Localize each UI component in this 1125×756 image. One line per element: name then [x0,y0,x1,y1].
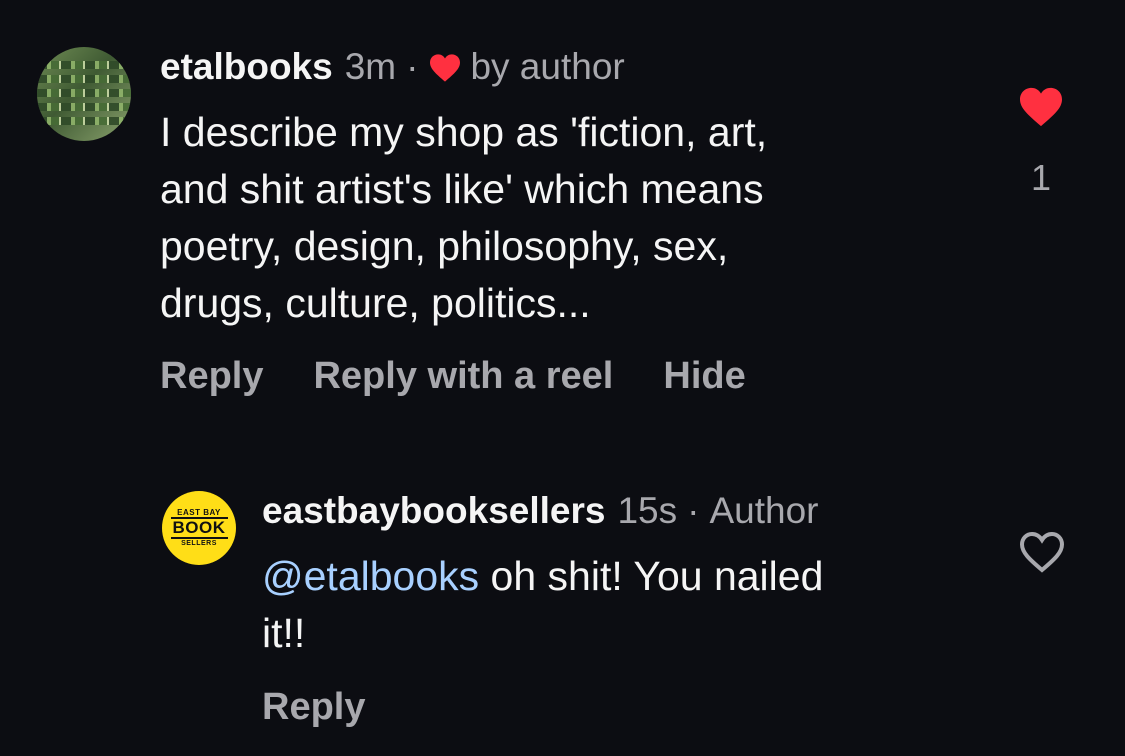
like-control [1016,530,1068,579]
comment-header: eastbaybooksellers 15s · Author [262,490,818,532]
separator: · [687,490,700,531]
avatar[interactable]: EAST BAY BOOK SELLERS [162,491,236,565]
comment-actions: Reply [262,686,365,729]
avatar-text-bottom: SELLERS [181,540,217,547]
mention-link[interactable]: @etalbooks [262,553,479,599]
username[interactable]: eastbaybooksellers [262,490,605,532]
comment-eastbaybooksellers: EAST BAY BOOK SELLERS eastbaybooksellers… [0,0,1125,756]
avatar-text-middle: BOOK [170,517,228,539]
avatar-text-top: EAST BAY [177,508,221,517]
author-badge: Author [709,490,819,531]
heart-outline-icon[interactable] [1018,530,1066,574]
timestamp: 15s [617,490,678,531]
comment-text: @etalbooks oh shit! You nailed it!! [262,548,962,662]
reply-button[interactable]: Reply [262,686,365,729]
